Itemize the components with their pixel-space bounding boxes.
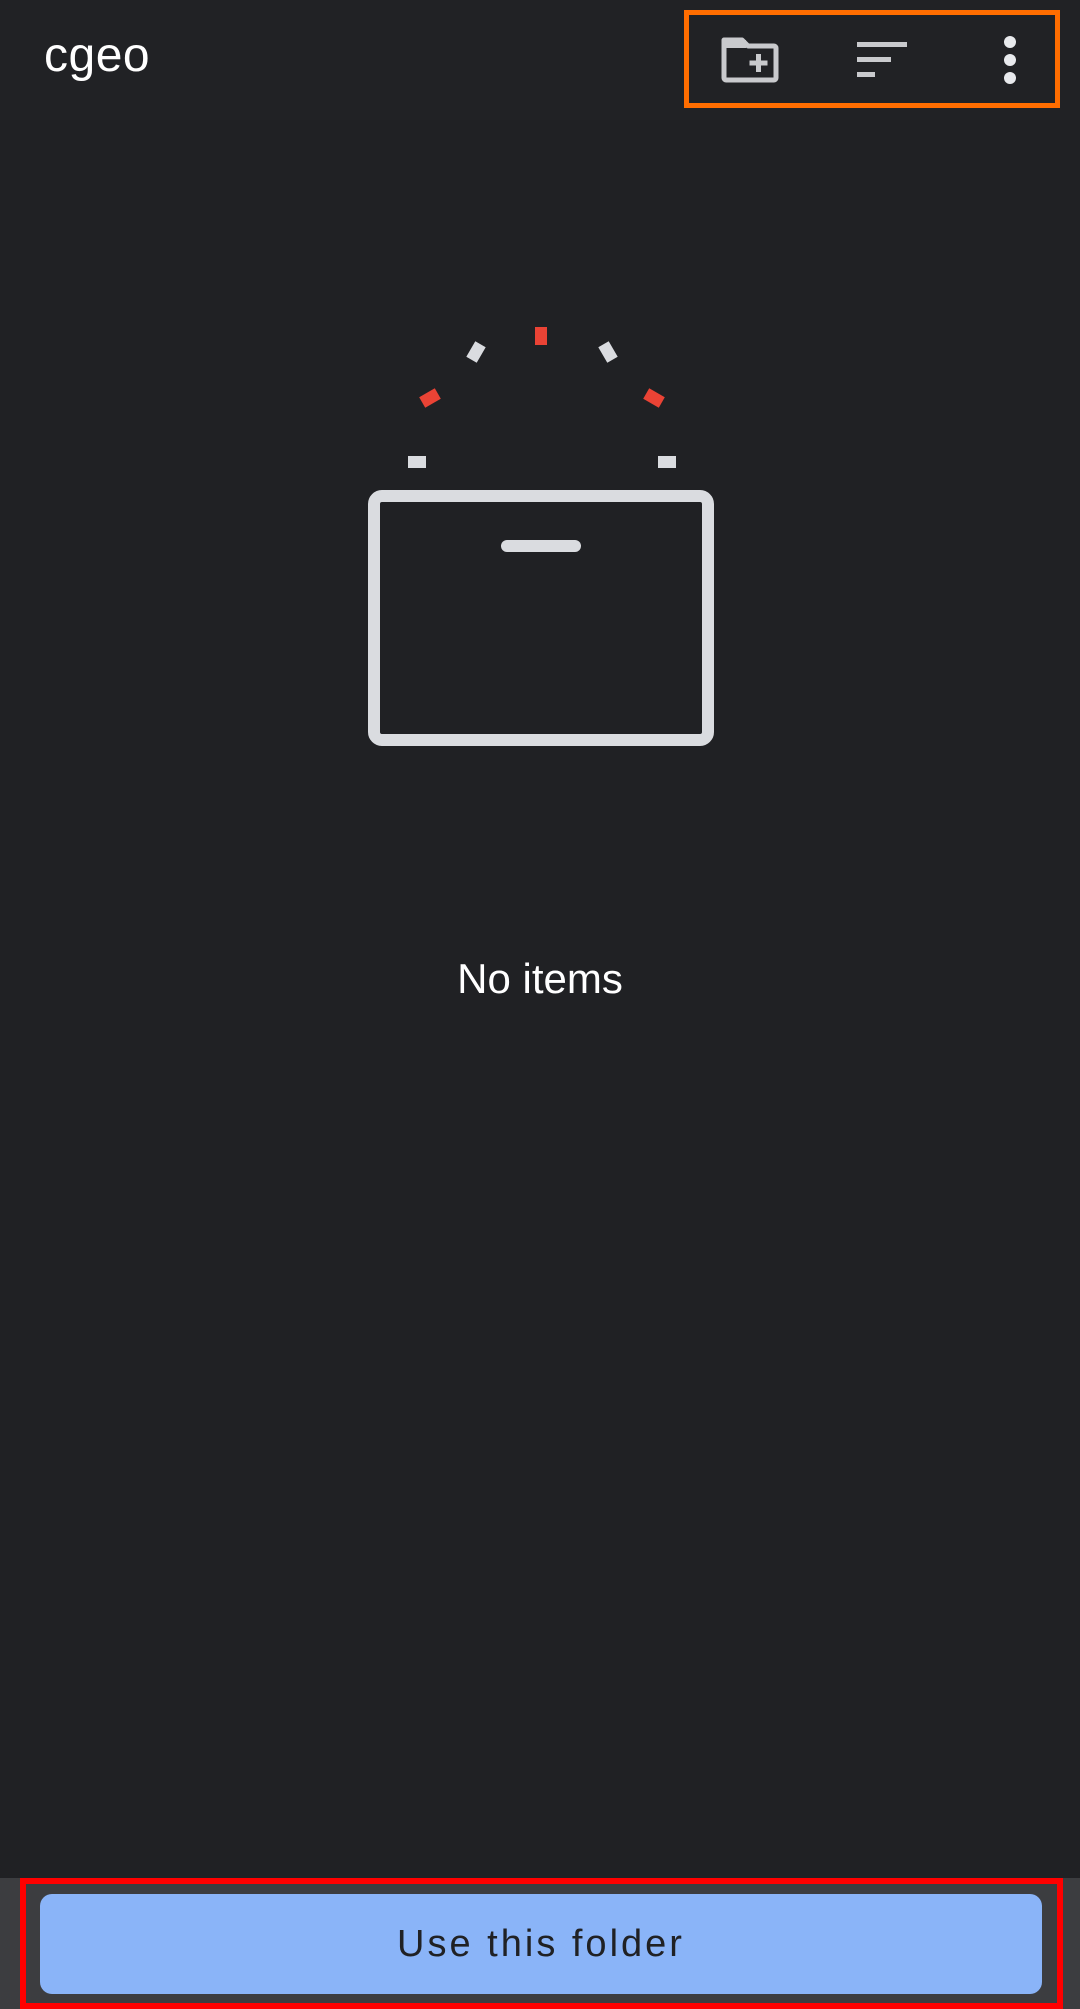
more-vert-icon: [1004, 36, 1016, 84]
use-this-folder-button[interactable]: Use this folder: [40, 1894, 1042, 1994]
create-new-folder-icon: [721, 37, 779, 83]
empty-box-icon: [368, 327, 714, 746]
new-folder-button[interactable]: [708, 18, 792, 102]
sort-icon: [857, 42, 907, 77]
sort-button[interactable]: [840, 18, 924, 102]
more-options-button[interactable]: [968, 18, 1052, 102]
empty-illustration: [340, 310, 740, 760]
page-title: cgeo: [44, 29, 151, 82]
empty-state-message: No items: [457, 955, 623, 1002]
